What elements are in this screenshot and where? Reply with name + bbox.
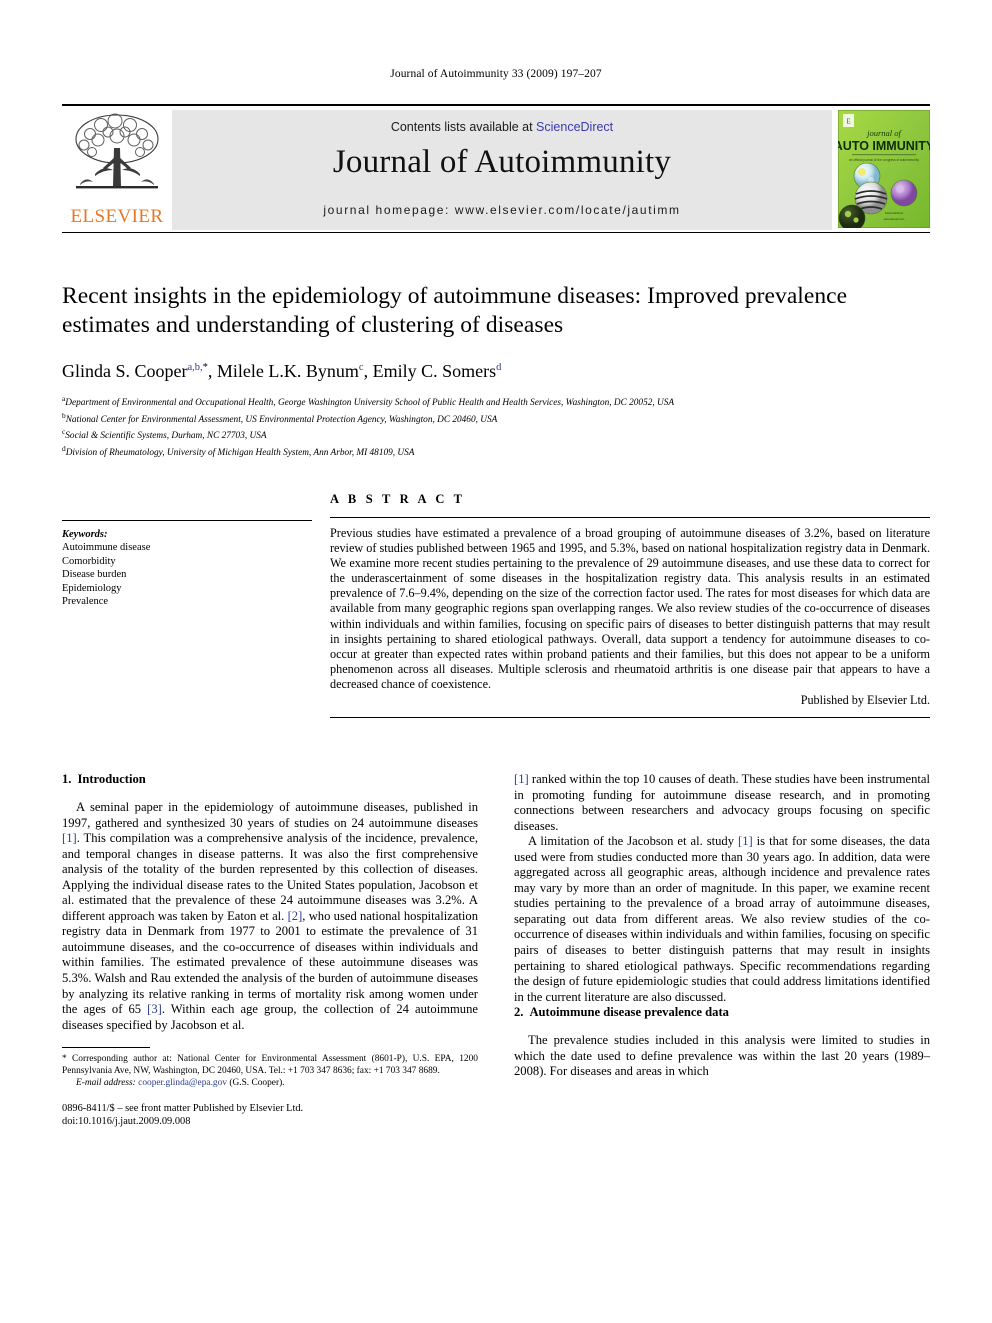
para-text: A limitation of the Jacobson et al. stud… xyxy=(528,834,738,849)
imprint-block: 0896-8411/$ – see front matter Published… xyxy=(62,1102,478,1128)
email-owner: (G.S. Cooper). xyxy=(226,1078,285,1089)
abstract-section: Keywords: Autoimmune disease Comorbidity… xyxy=(62,492,930,719)
masthead-bottom-rule xyxy=(62,232,930,233)
section-number: 2. xyxy=(514,1005,524,1020)
section-title: Introduction xyxy=(77,772,146,786)
journal-title: Journal of Autoimmunity xyxy=(332,144,672,180)
journal-band: Contents lists available at ScienceDirec… xyxy=(172,110,832,230)
author-name: Glinda S. Cooper xyxy=(62,361,188,381)
section-title: Autoimmune disease prevalence data xyxy=(529,1005,729,1020)
citation-ref[interactable]: [1] xyxy=(738,834,753,848)
elsevier-wordmark: ELSEVIER xyxy=(70,206,164,227)
journal-cover-image: E journal of AUTO IMMUNITY an official j… xyxy=(834,109,935,232)
section-heading-introduction: 1. Introduction xyxy=(62,772,478,787)
keywords-rule xyxy=(62,520,312,521)
corresponding-author-footnote: * Corresponding author at: National Cent… xyxy=(62,1053,478,1089)
affiliation-text: Social & Scientific Systems, Durham, NC … xyxy=(65,431,267,442)
footnote-rule xyxy=(62,1047,150,1049)
abstract-top-rule xyxy=(330,517,930,518)
page-title: Recent insights in the epidemiology of a… xyxy=(62,283,848,338)
abstract-bottom-rule xyxy=(330,717,930,719)
para-text: , who used national hospitalization regi… xyxy=(62,908,478,1017)
email-label: E-mail address: xyxy=(76,1078,136,1089)
section-number: 1. xyxy=(62,772,72,786)
author-affil-marks: a,b, xyxy=(187,362,203,373)
affiliation-item: bNational Center for Environmental Asses… xyxy=(62,410,930,427)
abstract-text: Previous studies have estimated a preval… xyxy=(330,526,930,691)
keywords-column: Keywords: Autoimmune disease Comorbidity… xyxy=(62,492,330,718)
author-name: Emily C. Somers xyxy=(372,361,497,381)
affiliation-text: Division of Rheumatology, University of … xyxy=(65,447,415,458)
affiliation-item: cSocial & Scientific Systems, Durham, NC… xyxy=(62,426,930,443)
citation-ref[interactable]: [1] xyxy=(514,772,529,786)
keyword-item: Disease burden xyxy=(62,569,127,581)
author-affil-marks: c xyxy=(358,362,364,373)
journal-cover-thumbnail: E journal of AUTO IMMUNITY an official j… xyxy=(834,109,935,232)
author-affil-marks: d xyxy=(496,362,502,373)
svg-text:AUTO IMMUNITY: AUTO IMMUNITY xyxy=(838,139,930,153)
left-column: 1. Introduction A seminal paper in the ep… xyxy=(62,772,478,1128)
sciencedirect-link[interactable]: ScienceDirect xyxy=(536,120,613,134)
svg-text:an official journal of the con: an official journal of the congress of a… xyxy=(849,158,919,162)
body-columns: 1. Introduction A seminal paper in the ep… xyxy=(62,772,930,1128)
corresponding-author-marker: * xyxy=(202,362,208,373)
abstract-heading: A B S T R A C T xyxy=(330,492,466,506)
affiliation-item: dDivision of Rheumatology, University of… xyxy=(62,443,930,460)
para-text: is that for some diseases, the data used… xyxy=(514,834,930,1004)
article-page: Journal of Autoimmunity 33 (2009) 197–20… xyxy=(0,0,992,1323)
keyword-item: Epidemiology xyxy=(62,582,122,594)
para-text: ranked within the top 10 causes of death… xyxy=(514,772,930,833)
journal-homepage-link[interactable]: journal homepage: www.elsevier.com/locat… xyxy=(172,203,832,217)
keywords-heading: Keywords: xyxy=(62,529,108,540)
journal-masthead: ELSEVIER Contents lists available at Sci… xyxy=(62,104,935,232)
para-text: A seminal paper in the epidemiology of a… xyxy=(62,800,478,830)
running-head: Journal of Autoimmunity 33 (2009) 197–20… xyxy=(390,68,602,80)
keyword-item: Prevalence xyxy=(62,596,109,608)
elsevier-tree-icon xyxy=(75,113,159,189)
author-list: Glinda S. Coopera,b,*, Milele L.K. Bynum… xyxy=(62,361,502,381)
email-link[interactable]: cooper.glinda@epa.gov xyxy=(138,1078,227,1088)
footnote-email-line: E-mail address: cooper.glinda@epa.gov (G… xyxy=(62,1077,478,1089)
svg-text:journal of: journal of xyxy=(866,128,902,138)
keywords-list: Keywords: Autoimmune disease Comorbidity… xyxy=(62,528,312,608)
paragraph-intro-2: A limitation of the Jacobson et al. stud… xyxy=(514,834,930,1005)
affiliation-text: Department of Environmental and Occupati… xyxy=(65,398,675,409)
abstract-column: A B S T R A C T Previous studies have es… xyxy=(330,492,930,719)
citation-ref[interactable]: [2] xyxy=(288,909,303,923)
contents-prefix: Contents lists available at xyxy=(390,120,537,134)
affiliation-list: aDepartment of Environmental and Occupat… xyxy=(62,393,930,459)
contents-available-line: Contents lists available at ScienceDirec… xyxy=(172,120,832,134)
citation-ref[interactable]: [3] xyxy=(147,1002,162,1016)
svg-text:E: E xyxy=(846,118,850,126)
paragraph-intro-1: A seminal paper in the epidemiology of a… xyxy=(62,800,478,1033)
keyword-item: Comorbidity xyxy=(62,555,116,567)
citation-ref[interactable]: [1] xyxy=(62,831,77,845)
issn-line: 0896-8411/$ – see front matter Published… xyxy=(62,1103,304,1115)
keyword-item: Autoimmune disease xyxy=(62,542,151,554)
svg-text:ScienceDirect: ScienceDirect xyxy=(885,211,904,215)
affiliation-text: National Center for Environmental Assess… xyxy=(65,414,498,425)
doi-line[interactable]: doi:10.1016/j.jaut.2009.09.008 xyxy=(62,1115,478,1128)
elsevier-logo: ELSEVIER xyxy=(62,110,172,230)
footnote-text: Corresponding author at: National Center… xyxy=(62,1054,478,1077)
svg-text:www.elsevier.com: www.elsevier.com xyxy=(884,217,905,221)
title-block: Recent insights in the epidemiology of a… xyxy=(62,282,930,459)
author-name: Milele L.K. Bynum xyxy=(216,361,359,381)
abstract-publisher-line: Published by Elsevier Ltd. xyxy=(800,693,930,708)
paragraph-section2-1: The prevalence studies included in this … xyxy=(514,1033,930,1079)
section-heading-prevalence-data: 2. Autoimmune disease prevalence data xyxy=(514,1005,930,1020)
affiliation-item: aDepartment of Environmental and Occupat… xyxy=(62,393,930,410)
paragraph-intro-1-continued: [1] ranked within the top 10 causes of d… xyxy=(514,772,930,834)
right-column: [1] ranked within the top 10 causes of d… xyxy=(514,772,930,1128)
